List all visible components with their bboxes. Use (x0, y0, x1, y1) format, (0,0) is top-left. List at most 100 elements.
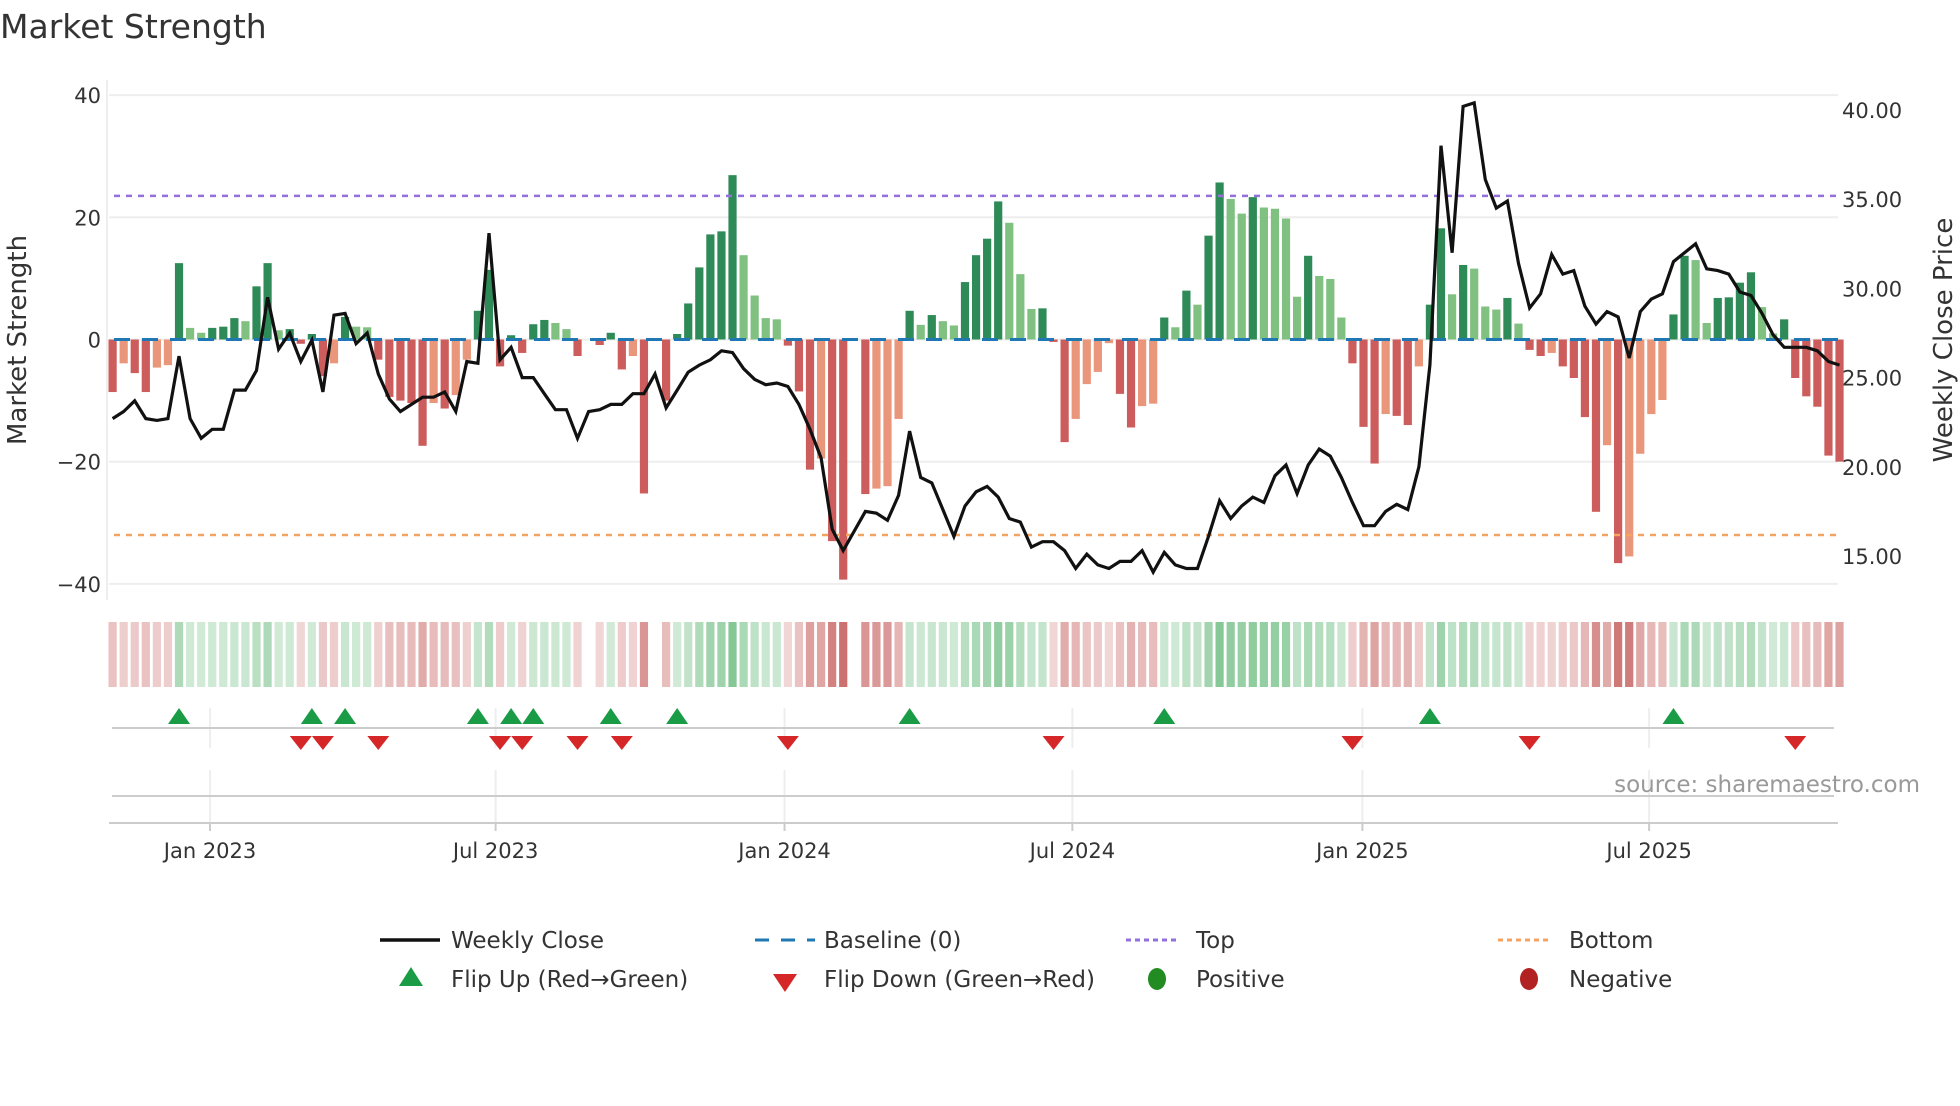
strip-cell (1713, 622, 1722, 687)
strip-cell (1226, 622, 1235, 687)
strength-bar (761, 318, 770, 340)
strip-cell (1625, 622, 1634, 687)
strip-cell (750, 622, 759, 687)
strip-cell (673, 622, 682, 687)
strip-cell (662, 622, 671, 687)
legend-item-weekly-close: Weekly Close (380, 928, 604, 954)
strength-bar (1315, 275, 1324, 340)
strip-cell (839, 622, 848, 687)
strip-cell (374, 622, 383, 687)
strip-cell (1558, 622, 1567, 687)
strip-cell (1591, 622, 1601, 687)
strip-cell (1769, 622, 1778, 687)
strength-bar (130, 339, 139, 374)
strength-bar (1614, 339, 1623, 564)
svg-text:Baseline (0): Baseline (0) (824, 928, 961, 954)
strip-cell (1403, 622, 1412, 687)
strip-cell (407, 622, 416, 687)
strength-bar (606, 332, 615, 340)
strip-cell (473, 622, 483, 687)
strip-cell (1348, 622, 1357, 687)
strip-cell (606, 622, 615, 687)
y2-ticks: 40.00 35.00 30.00 25.00 20.00 15.00 (1842, 99, 1902, 569)
strength-bar (894, 339, 903, 419)
strip-cell (1381, 622, 1390, 687)
strip-cell (994, 622, 1003, 687)
strip-cell (1171, 622, 1180, 687)
flip-up-marker (666, 708, 689, 724)
strength-bar (1470, 268, 1479, 340)
strength-bar (252, 286, 261, 340)
x-ticks: Jan 2023 Jul 2023 Jan 2024 Jul 2024 Jan 2025… (162, 823, 1692, 863)
strip-cell (684, 622, 693, 687)
flip-up-marker (168, 708, 191, 724)
strip-cell (1259, 622, 1268, 687)
strip-cell (529, 622, 538, 687)
strip-cell (1614, 622, 1623, 687)
strength-bar (1602, 339, 1612, 446)
strength-bar (1536, 339, 1545, 356)
strength-bar (1514, 323, 1523, 340)
flip-down-marker (311, 736, 334, 750)
strength-bar (1304, 255, 1313, 340)
strip-cell (1436, 622, 1446, 687)
strip-cell (418, 622, 427, 687)
strength-bar (1138, 339, 1147, 407)
x-tick-label: Jan 2024 (736, 839, 831, 863)
strength-bar (872, 339, 881, 489)
strength-bar (1171, 327, 1180, 340)
strip-cell (1237, 622, 1246, 687)
strength-bar (1591, 339, 1601, 512)
flip-down-marker (289, 736, 312, 750)
strip-cell (130, 622, 139, 687)
strength-bar (1093, 339, 1102, 372)
strip-cell (1104, 622, 1113, 687)
strength-bar (1459, 264, 1468, 340)
strip-cell (152, 622, 161, 687)
strength-bar (684, 303, 693, 340)
strip-cell (1414, 622, 1423, 687)
strip-cell (108, 622, 117, 687)
svg-text:Flip Up (Red→Green): Flip Up (Red→Green) (451, 967, 688, 993)
strength-bar (1115, 339, 1125, 394)
flip-up-marker (500, 708, 523, 724)
strip-cell (1281, 622, 1291, 687)
strength-bar (1016, 274, 1025, 340)
strength-bar (1259, 207, 1268, 340)
strip-cell (772, 622, 781, 687)
strength-bar (1436, 228, 1446, 340)
legend: Weekly Close Baseline (0) Top Bottom Fli… (380, 928, 1672, 993)
strip-cell (872, 622, 881, 687)
strength-bar (540, 319, 549, 340)
strength-bar (551, 323, 560, 340)
strength-bar (1702, 323, 1711, 340)
strength-bar (1503, 297, 1512, 340)
strength-bar (628, 339, 637, 356)
x-tick-label: Jul 2024 (1028, 839, 1115, 863)
strip-cell (1392, 622, 1401, 687)
strip-cell (307, 622, 316, 687)
strip-cell (274, 622, 283, 687)
strength-bar (617, 339, 626, 370)
strength-bar (407, 339, 416, 404)
x-tick-label: Jan 2023 (162, 839, 257, 863)
strip-cell (318, 622, 328, 687)
strength-bar (717, 231, 726, 340)
strength-bar (1193, 304, 1202, 340)
y-tick-label: −40 (57, 573, 101, 597)
y-tick-label: 0 (88, 329, 101, 353)
flip-down-marker (776, 736, 799, 750)
chart-title: Market Strength (0, 7, 267, 46)
strip-cell (1292, 622, 1302, 687)
strip-cell (1370, 622, 1379, 687)
strip-cell (1791, 622, 1800, 687)
strength-bar (1691, 260, 1700, 340)
y-tick-label: −20 (57, 451, 101, 475)
strip-cell (219, 622, 228, 687)
strip-cell (462, 622, 471, 687)
strength-bar (119, 339, 128, 364)
flip-up-marker (898, 708, 921, 724)
strength-bar (949, 325, 959, 340)
x-tick-label: Jul 2025 (1604, 839, 1691, 863)
strength-bar (141, 339, 150, 393)
